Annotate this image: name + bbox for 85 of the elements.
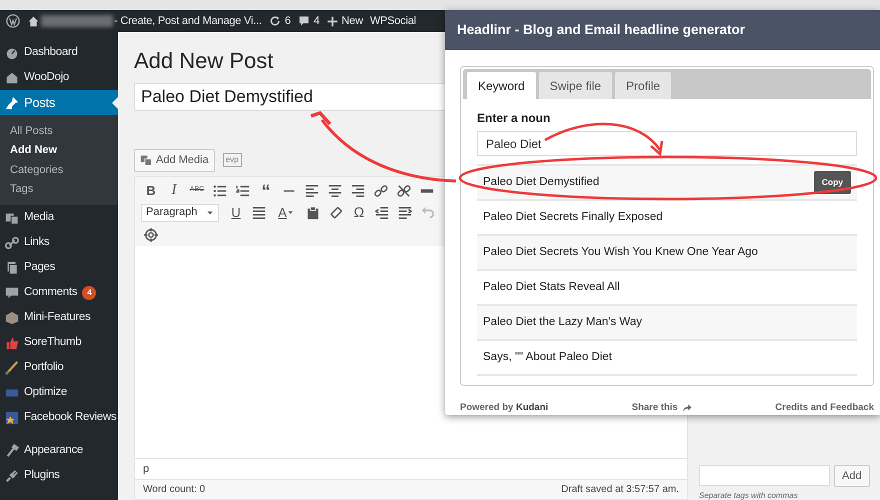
- cube-icon: [5, 310, 19, 324]
- underline-button[interactable]: U: [226, 202, 246, 222]
- submenu-item[interactable]: Add New: [0, 140, 118, 160]
- comments-link[interactable]: 4: [298, 12, 320, 30]
- sidebar-item[interactable]: Appearance: [0, 438, 118, 463]
- sidebar-item[interactable]: SoreThumb: [0, 330, 118, 355]
- plugin-link[interactable]: WPSocial: [370, 12, 416, 30]
- eraser-icon[interactable]: [329, 206, 343, 220]
- sidebar-item[interactable]: Mini-Features: [0, 305, 118, 330]
- page-heading: Add New Post: [134, 48, 274, 74]
- hammer-icon: [5, 444, 19, 458]
- draft-status: Draft saved at 3:57:57 am.: [561, 483, 679, 497]
- target-icon[interactable]: [144, 228, 158, 242]
- tab[interactable]: Keyword: [467, 72, 536, 99]
- media-icon: [140, 154, 153, 167]
- site-title-link[interactable]: - Create, Post and Manage Vi...: [114, 12, 262, 30]
- link-icon: [5, 236, 19, 250]
- headline-row[interactable]: Paleo Diet Demystified Copy: [477, 164, 857, 199]
- sidebar-item[interactable]: Pages: [0, 255, 118, 280]
- plus-icon: [326, 16, 338, 26]
- sidebar-item[interactable]: Comments 4: [0, 280, 118, 305]
- brush-icon: [5, 360, 19, 374]
- caret-icon: [206, 208, 214, 216]
- comment-icon: [298, 15, 310, 27]
- count-badge: 4: [82, 286, 96, 300]
- submenu-item[interactable]: All Posts: [0, 121, 118, 140]
- sidebar-item[interactable]: Portfolio: [0, 355, 118, 380]
- wordpress-logo-icon[interactable]: [6, 14, 20, 28]
- blockquote-button[interactable]: “: [256, 180, 276, 200]
- building-icon: [5, 70, 19, 84]
- redacted-block: [41, 15, 113, 27]
- headline-row[interactable]: Paleo Diet Secrets You Wish You Knew One Year Ago: [477, 234, 857, 269]
- share-link[interactable]: Share this: [632, 401, 692, 416]
- indent-icon[interactable]: [398, 206, 412, 220]
- sidebar-item[interactable]: Media: [0, 205, 118, 230]
- updates-link[interactable]: 6: [268, 12, 291, 30]
- align-right-icon[interactable]: [351, 184, 365, 198]
- popup-title: Headlinr - Blog and Email headline generator: [445, 10, 880, 50]
- link-icon[interactable]: [374, 184, 388, 198]
- unlink-icon[interactable]: [397, 184, 411, 198]
- justify-icon[interactable]: [252, 206, 266, 220]
- headline-row[interactable]: Says, "" About Paleo Diet: [477, 339, 857, 374]
- submenu-item[interactable]: Categories: [0, 160, 118, 180]
- tab[interactable]: Swipe file: [538, 72, 612, 99]
- pages-icon: [5, 260, 19, 274]
- sidebar-item[interactable]: WooDojo: [0, 65, 118, 90]
- sidebar-item[interactable]: Dashboard: [0, 40, 118, 65]
- new-link[interactable]: New: [326, 12, 363, 30]
- sidebar-item[interactable]: Links: [0, 230, 118, 255]
- format-select[interactable]: Paragraph: [141, 204, 219, 222]
- home-icon[interactable]: [27, 14, 40, 28]
- add-media-button[interactable]: Add Media: [134, 149, 215, 172]
- powered-by-text: Powered by Kudani: [460, 401, 548, 415]
- thumb-icon: [5, 336, 19, 350]
- tag-field[interactable]: [699, 464, 830, 486]
- sidebar-item[interactable]: Plugins: [0, 463, 118, 488]
- sidebar-item[interactable]: Posts: [0, 90, 118, 115]
- text-color-button[interactable]: A: [272, 202, 300, 222]
- word-count: Word count: 0: [143, 483, 206, 497]
- paste-icon[interactable]: [306, 206, 320, 220]
- comment-icon: [5, 286, 19, 300]
- submenu-item[interactable]: Tags: [0, 180, 118, 199]
- caret-icon: [286, 209, 294, 216]
- align-center-icon[interactable]: [328, 184, 342, 198]
- plug-icon: [5, 468, 19, 482]
- tab[interactable]: Profile: [615, 72, 672, 99]
- noun-field[interactable]: Paleo Diet: [477, 131, 857, 156]
- tags-hint: Separate tags with commas: [699, 491, 799, 500]
- share-arrow-icon: [682, 403, 692, 414]
- sidebar-item[interactable]: Optimize: [0, 380, 118, 405]
- special-character-button[interactable]: Ω: [349, 202, 369, 222]
- media-icon: [5, 210, 19, 224]
- outdent-icon[interactable]: [375, 206, 389, 220]
- field-label: Enter a noun: [477, 110, 552, 127]
- add-tag-button[interactable]: Add: [834, 464, 870, 487]
- credits-link[interactable]: Credits and Feedback: [775, 401, 874, 416]
- italic-button[interactable]: I: [164, 180, 184, 200]
- bold-button[interactable]: B: [141, 180, 161, 200]
- gauge-icon: [5, 46, 19, 60]
- refresh-icon: [268, 15, 281, 27]
- bullets-icon[interactable]: [213, 184, 227, 198]
- headline-row[interactable]: Paleo Diet the Lazy Man's Way: [477, 304, 857, 339]
- sidebar-item[interactable]: Facebook Reviews: [0, 405, 118, 430]
- numbers-icon[interactable]: [236, 184, 250, 198]
- align-left-icon[interactable]: [305, 184, 319, 198]
